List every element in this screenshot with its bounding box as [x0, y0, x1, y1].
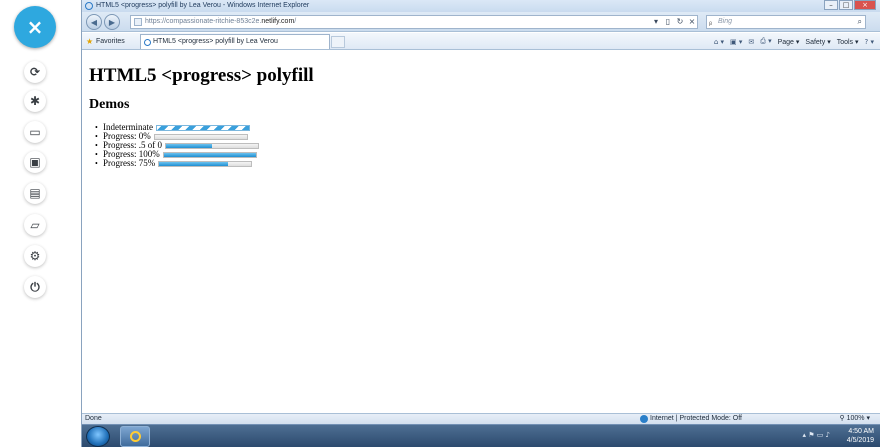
window-titlebar: HTML5 <progress> polyfill by Lea Verou -…	[82, 0, 880, 12]
address-suffix: /	[294, 18, 297, 25]
video-button[interactable]: ▭	[24, 121, 46, 143]
close-icon: ×	[26, 15, 44, 39]
zoom-level[interactable]: ⚲ 100% ▾	[840, 414, 870, 424]
progress-bar	[162, 151, 257, 158]
back-button[interactable]: ◀	[86, 14, 102, 30]
back-arrow-icon: ◀	[90, 17, 98, 27]
address-bar[interactable]: https://compassionate-ritchie-853c2e.net…	[130, 15, 698, 29]
status-text: Done	[85, 415, 102, 422]
refresh-icon[interactable]: ↻	[674, 15, 686, 29]
taskbar: ▴ ⚑ ▭ ♪ 4:50 AM 4/5/2019	[82, 424, 880, 447]
window-controls: – □ ×	[823, 0, 876, 12]
screenshot-icon: ▣	[29, 155, 41, 169]
clock-date: 4/5/2019	[846, 437, 874, 444]
list-item: Progress: 75%	[95, 159, 880, 168]
favorites-button[interactable]: ★ Favorites	[86, 36, 125, 47]
page-icon	[134, 18, 142, 26]
files-button[interactable]: ▱	[24, 214, 46, 236]
start-button[interactable]	[86, 426, 110, 447]
end-session-button[interactable]: ⏻	[24, 276, 46, 298]
tools-menu[interactable]: Tools ▾	[837, 38, 859, 46]
power-icon: ⏻	[30, 279, 40, 294]
bug-icon: ✱	[29, 94, 41, 108]
list-item: Progress: 100%	[95, 150, 880, 159]
favorites-label: Favorites	[96, 38, 125, 45]
address-actions: ▾ ▯ ↻ ×	[650, 15, 698, 29]
page-menu[interactable]: Page ▾	[778, 38, 800, 46]
list-item: Progress: 0%	[95, 132, 880, 141]
minimize-button[interactable]: –	[824, 0, 838, 10]
sync-button[interactable]: ⟳	[24, 61, 46, 83]
sync-icon: ⟳	[29, 65, 41, 79]
globe-icon	[640, 415, 648, 423]
tab-title: HTML5 <progress> polyfill by Lea Verou	[153, 38, 278, 45]
window-close-button[interactable]: ×	[854, 0, 876, 10]
page-title: HTML5 <progress> polyfill	[89, 65, 314, 86]
clock[interactable]: 4:50 AM 4/5/2019	[847, 427, 874, 445]
security-zone[interactable]: Internet | Protected Mode: Off	[640, 414, 742, 424]
settings-button[interactable]: ⚙	[24, 245, 46, 267]
clock-time: 4:50 AM	[848, 428, 874, 435]
compatibility-view-icon[interactable]: ▯	[662, 15, 674, 29]
bing-icon: ᵦ	[709, 18, 713, 27]
browser-window: HTML5 <progress> polyfill by Lea Verou -…	[81, 0, 880, 447]
page-content: HTML5 <progress> polyfill Demos Indeterm…	[82, 51, 880, 413]
feeds-icon[interactable]: ▣ ▾	[730, 38, 742, 46]
search-input[interactable]: ᵦ Bing ⌕	[706, 15, 866, 29]
tab-ie-icon	[144, 39, 151, 46]
taskbar-ie-button[interactable]	[120, 426, 150, 447]
safety-menu[interactable]: Safety ▾	[805, 38, 830, 46]
demos-heading: Demos	[89, 97, 130, 112]
monitor-icon: ▤	[29, 186, 41, 200]
address-prefix: https://compassionate-ritchie-853c2e.	[145, 18, 262, 25]
ie-logo-icon	[130, 431, 141, 442]
ie-logo-icon	[85, 2, 93, 10]
new-tab-button[interactable]	[331, 36, 345, 48]
browser-tab[interactable]: HTML5 <progress> polyfill by Lea Verou	[140, 34, 330, 49]
zone-text: Internet | Protected Mode: Off	[650, 415, 742, 422]
forward-arrow-icon: ▶	[108, 17, 116, 27]
star-icon: ★	[86, 37, 94, 46]
search-icon[interactable]: ⌕	[858, 16, 862, 28]
progress-fill	[163, 152, 256, 157]
gear-icon: ⚙	[29, 249, 41, 263]
tray-icons[interactable]: ▴ ⚑ ▭ ♪	[802, 431, 830, 439]
progress-fill	[166, 143, 212, 148]
command-bar: ⌂ ▾ ▣ ▾ ✉ ⎙ ▾ Page ▾ Safety ▾ Tools ▾ ? …	[708, 36, 874, 47]
screenshot-button[interactable]: ▣	[24, 151, 46, 173]
bug-button[interactable]: ✱	[24, 90, 46, 112]
zoom-text: 100%	[846, 415, 865, 422]
video-camera-icon: ▭	[29, 125, 41, 139]
list-item: Indeterminate	[95, 123, 880, 132]
status-bar: Done Internet | Protected Mode: Off ⚲ 10…	[82, 413, 880, 424]
progress-bar	[158, 160, 253, 167]
progress-bar	[153, 133, 248, 140]
maximize-button[interactable]: □	[839, 0, 853, 10]
demo-list: Indeterminate Progress: 0% Progress: .5 …	[89, 123, 880, 168]
navigation-bar: ◀ ▶ https://compassionate-ritchie-853c2e…	[82, 12, 880, 32]
progress-fill	[159, 161, 229, 166]
close-button[interactable]: ×	[14, 6, 56, 48]
favorites-bar: ★ Favorites HTML5 <progress> polyfill by…	[82, 33, 880, 50]
list-item: Progress: .5 of 0	[95, 141, 880, 150]
print-icon[interactable]: ⎙ ▾	[760, 37, 771, 46]
stop-icon[interactable]: ×	[686, 15, 698, 29]
address-dropdown-icon[interactable]: ▾	[650, 15, 662, 29]
mail-icon[interactable]: ✉	[748, 38, 754, 46]
progress-bar	[165, 142, 259, 149]
search-placeholder: Bing	[718, 18, 733, 25]
folder-icon: ▱	[30, 218, 40, 232]
resolution-button[interactable]: ▤	[24, 182, 46, 204]
window-title: HTML5 <progress> polyfill by Lea Verou -…	[96, 2, 310, 9]
address-host: netlify.com	[261, 18, 295, 25]
demo-label: Progress: 75%	[103, 158, 156, 168]
forward-button[interactable]: ▶	[104, 14, 120, 30]
tool-sidebar: × ⟳ ✱ ▭ ▣ ▤ ▱ ⚙ ⏻	[0, 0, 68, 447]
help-icon[interactable]: ? ▾	[865, 38, 874, 46]
progress-bar-indeterminate	[155, 124, 250, 131]
home-icon[interactable]: ⌂ ▾	[714, 38, 724, 46]
screen: × ⟳ ✱ ▭ ▣ ▤ ▱ ⚙ ⏻ HTML5 <progress> polyf…	[0, 0, 880, 447]
